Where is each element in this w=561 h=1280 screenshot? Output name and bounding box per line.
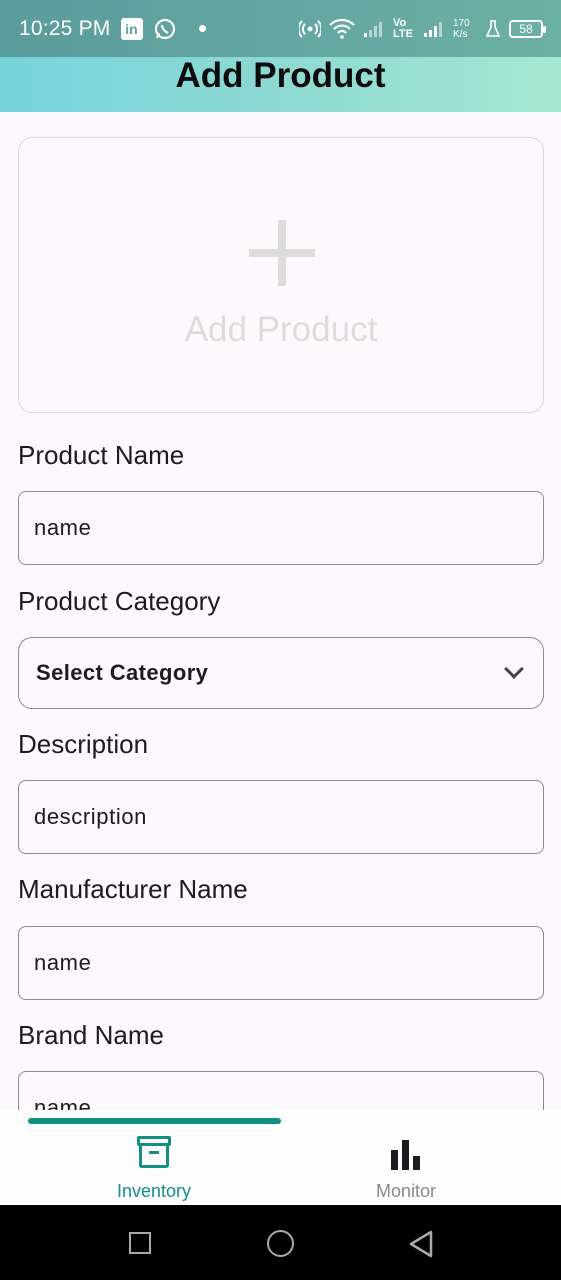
manufacturer-name-input[interactable]: name: [18, 926, 544, 1000]
nav-item-monitor[interactable]: Monitor: [266, 1134, 546, 1202]
whatsapp-icon: [154, 18, 175, 39]
category-selected-value: Select Category: [36, 660, 209, 685]
bottom-navigation: Inventory Monitor: [0, 1110, 561, 1205]
description-input[interactable]: description: [18, 780, 544, 854]
recents-button[interactable]: [129, 1232, 151, 1254]
description-label: Description: [18, 729, 149, 759]
product-category-select[interactable]: Select Category: [18, 637, 544, 709]
back-button[interactable]: [408, 1230, 434, 1258]
brand-name-input[interactable]: name: [18, 1071, 544, 1110]
signal-weak-icon: [364, 21, 382, 37]
nav-label-inventory: Inventory: [116, 1181, 192, 1201]
notification-icons: in: [120, 17, 206, 41]
system-navigation-bar: [0, 1205, 561, 1280]
plus-icon: [249, 220, 315, 286]
page-title: Add Product: [175, 56, 386, 95]
status-bar: 10:25 PM in Vo LTE 170 K/s 58: [0, 0, 561, 57]
product-name-input[interactable]: name: [18, 491, 544, 565]
product-category-label: Product Category: [18, 586, 221, 616]
battery-icon: 58: [509, 19, 546, 38]
active-tab-indicator: [28, 1118, 281, 1124]
product-name-label: Product Name: [18, 440, 185, 470]
system-status-icons: Vo LTE 170 K/s 58: [299, 16, 546, 40]
chevron-down-icon: [504, 659, 524, 679]
more-notifications-dot: [198, 25, 206, 32]
archive-icon: [137, 1134, 171, 1170]
manufacturer-name-label: Manufacturer Name: [18, 874, 248, 904]
network-type: Vo LTE: [393, 16, 413, 40]
status-time: 10:25 PM: [19, 16, 111, 40]
nav-item-inventory[interactable]: Inventory: [14, 1134, 294, 1202]
wifi-icon: [329, 18, 355, 39]
upload-label: Add Product: [184, 310, 378, 349]
add-product-form: Add Product Product Name name Product Ca…: [0, 112, 561, 1110]
network-speed: 170 K/s: [453, 17, 470, 40]
flask-icon: [485, 19, 501, 37]
linkedin-icon: in: [120, 17, 143, 40]
brand-name-label: Brand Name: [18, 1020, 164, 1050]
image-upload-area[interactable]: Add Product: [18, 137, 544, 413]
hotspot-icon: [299, 19, 321, 38]
home-button[interactable]: [267, 1230, 294, 1257]
nav-label-monitor: Monitor: [375, 1181, 437, 1201]
signal-icon: [424, 21, 442, 37]
bar-chart-icon: [391, 1134, 421, 1170]
